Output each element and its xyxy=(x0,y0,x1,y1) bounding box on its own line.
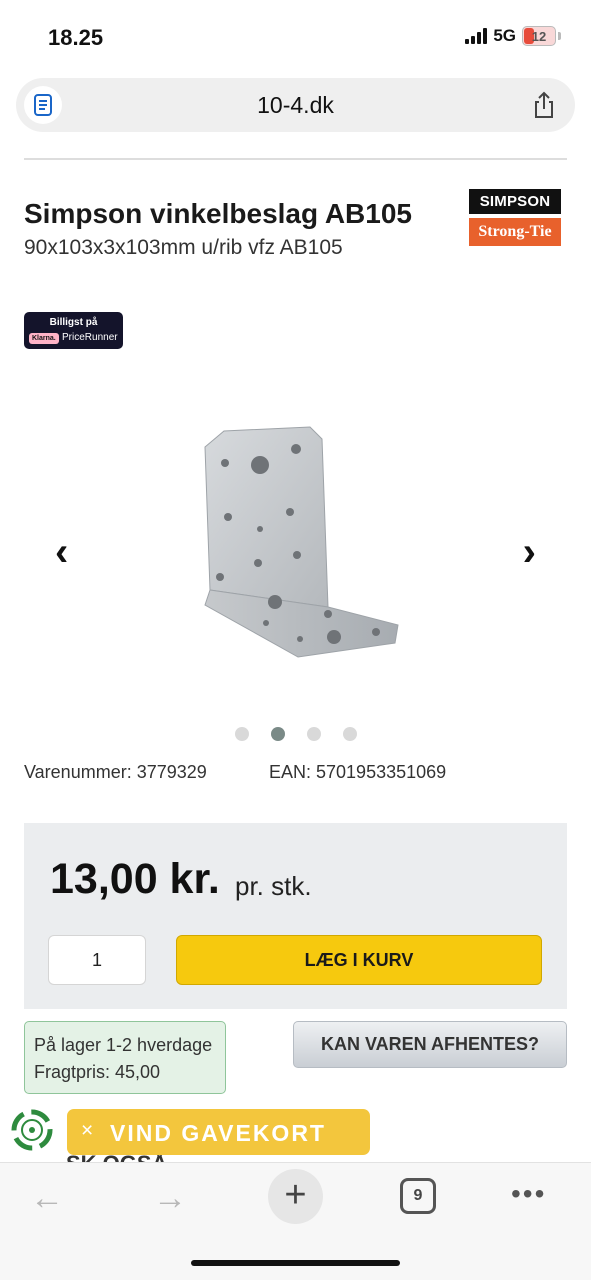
carousel-dot[interactable] xyxy=(306,727,321,741)
product-image xyxy=(204,426,399,658)
product-image-carousel[interactable]: ‹ › xyxy=(0,380,591,720)
address-bar[interactable]: 10-4.dk xyxy=(16,78,575,132)
price-unit: pr. stk. xyxy=(235,871,312,901)
purchase-box: 13,00 kr. pr. stk. 1 LÆG I KURV xyxy=(24,823,567,1009)
share-icon[interactable] xyxy=(529,90,559,120)
network-type: 5G xyxy=(493,26,516,45)
chevron-right-icon[interactable]: › xyxy=(523,530,536,575)
pricerunner-label: PriceRunner xyxy=(62,332,118,343)
klarna-logo: Klarna. xyxy=(29,333,59,344)
shipping-price: Fragtpris: 45,00 xyxy=(34,1062,161,1082)
add-to-cart-button[interactable]: LÆG I KURV xyxy=(176,935,542,985)
divider xyxy=(24,158,567,160)
gift-card-label[interactable]: VIND GAVEKORT xyxy=(110,1120,326,1147)
status-bar: 18.25 5G 12 xyxy=(0,0,591,70)
sku-text: Varenummer: 3779329 xyxy=(24,762,207,782)
badge-label: Billigst på xyxy=(49,317,98,328)
quantity-input[interactable]: 1 xyxy=(48,935,146,985)
status-indicators: 5G 12 xyxy=(465,26,561,46)
eco-badge-icon[interactable] xyxy=(10,1108,54,1152)
product-title: Simpson vinkelbeslag AB105 xyxy=(24,198,412,229)
home-indicator xyxy=(191,1260,400,1266)
pricerunner-badge[interactable]: Billigst på Klarna. PriceRunner xyxy=(24,312,123,349)
back-arrow-icon[interactable]: ← xyxy=(30,1179,64,1218)
more-icon[interactable]: ••• xyxy=(511,1178,546,1210)
battery-level: 12 xyxy=(531,28,547,44)
tabs-button[interactable]: 9 xyxy=(400,1178,436,1214)
status-time: 18.25 xyxy=(48,25,104,50)
gift-card-banner[interactable]: × VIND GAVEKORT xyxy=(67,1109,370,1155)
brand-logo[interactable]: SIMPSON Strong-Tie xyxy=(469,189,561,246)
product-subtitle: 90x103x3x103mm u/rib vfz AB105 xyxy=(24,236,343,259)
new-tab-icon[interactable]: + xyxy=(268,1169,323,1224)
carousel-dot[interactable] xyxy=(270,727,285,741)
chevron-left-icon[interactable]: ‹ xyxy=(55,530,68,575)
stock-status: På lager 1-2 hverdage Fragtpris: 45,00 xyxy=(24,1021,226,1094)
brand-logo-top: SIMPSON xyxy=(469,189,561,214)
close-icon[interactable]: × xyxy=(81,1119,93,1143)
url-text[interactable]: 10-4.dk xyxy=(16,92,575,119)
stock-line: På lager 1-2 hverdage xyxy=(34,1035,213,1055)
signal-icon xyxy=(465,28,488,44)
carousel-dot[interactable] xyxy=(342,727,357,741)
brand-logo-bottom: Strong-Tie xyxy=(469,218,561,246)
carousel-dot[interactable] xyxy=(234,727,249,741)
price: 13,00 kr. xyxy=(50,855,220,903)
ean-text: EAN: 5701953351069 xyxy=(269,762,447,782)
battery-icon: 12 xyxy=(522,26,556,46)
pickup-button[interactable]: KAN VAREN AFHENTES? xyxy=(293,1021,567,1068)
forward-arrow-icon[interactable]: → xyxy=(153,1179,187,1218)
carousel-dots xyxy=(0,727,591,741)
